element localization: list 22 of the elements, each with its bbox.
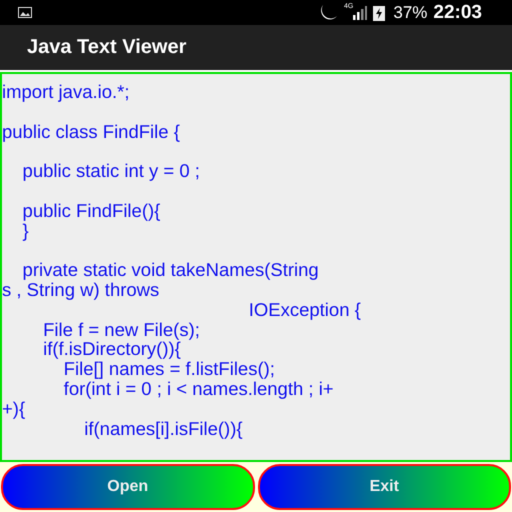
battery-percent: 37% bbox=[393, 2, 428, 22]
signal-icon bbox=[353, 6, 368, 20]
code-line: if(f.isDirectory()){ bbox=[42, 339, 181, 360]
code-line: public FindFile(){ bbox=[22, 200, 162, 221]
code-line: public class FindFile { bbox=[2, 122, 181, 142]
code-line: +){ bbox=[2, 398, 26, 419]
battery-charging-icon bbox=[373, 4, 386, 20]
clock: 22:03 bbox=[433, 2, 482, 24]
code-line: IOException { bbox=[248, 300, 362, 320]
exit-button[interactable]: Exit bbox=[258, 464, 511, 510]
code-line: import java.io.*; bbox=[2, 82, 130, 102]
app-title: Java Text Viewer bbox=[27, 36, 186, 59]
picture-icon bbox=[18, 7, 32, 18]
code-line: if(names[i].isFile()){ bbox=[83, 418, 244, 438]
code-line: for(int i = 0 ; i < names.length ; i+ bbox=[62, 378, 335, 399]
code-line: File f = new File(s); bbox=[42, 320, 201, 340]
code-line: private static void takeNames(String bbox=[22, 260, 320, 280]
code-line: public static int y = 0 ; bbox=[22, 161, 201, 181]
open-button[interactable]: Open bbox=[1, 464, 254, 510]
code-line: } bbox=[22, 220, 29, 240]
code-line: File[] names = f.listFiles(); bbox=[64, 359, 276, 379]
code-line: s , String w) throws bbox=[2, 280, 160, 300]
